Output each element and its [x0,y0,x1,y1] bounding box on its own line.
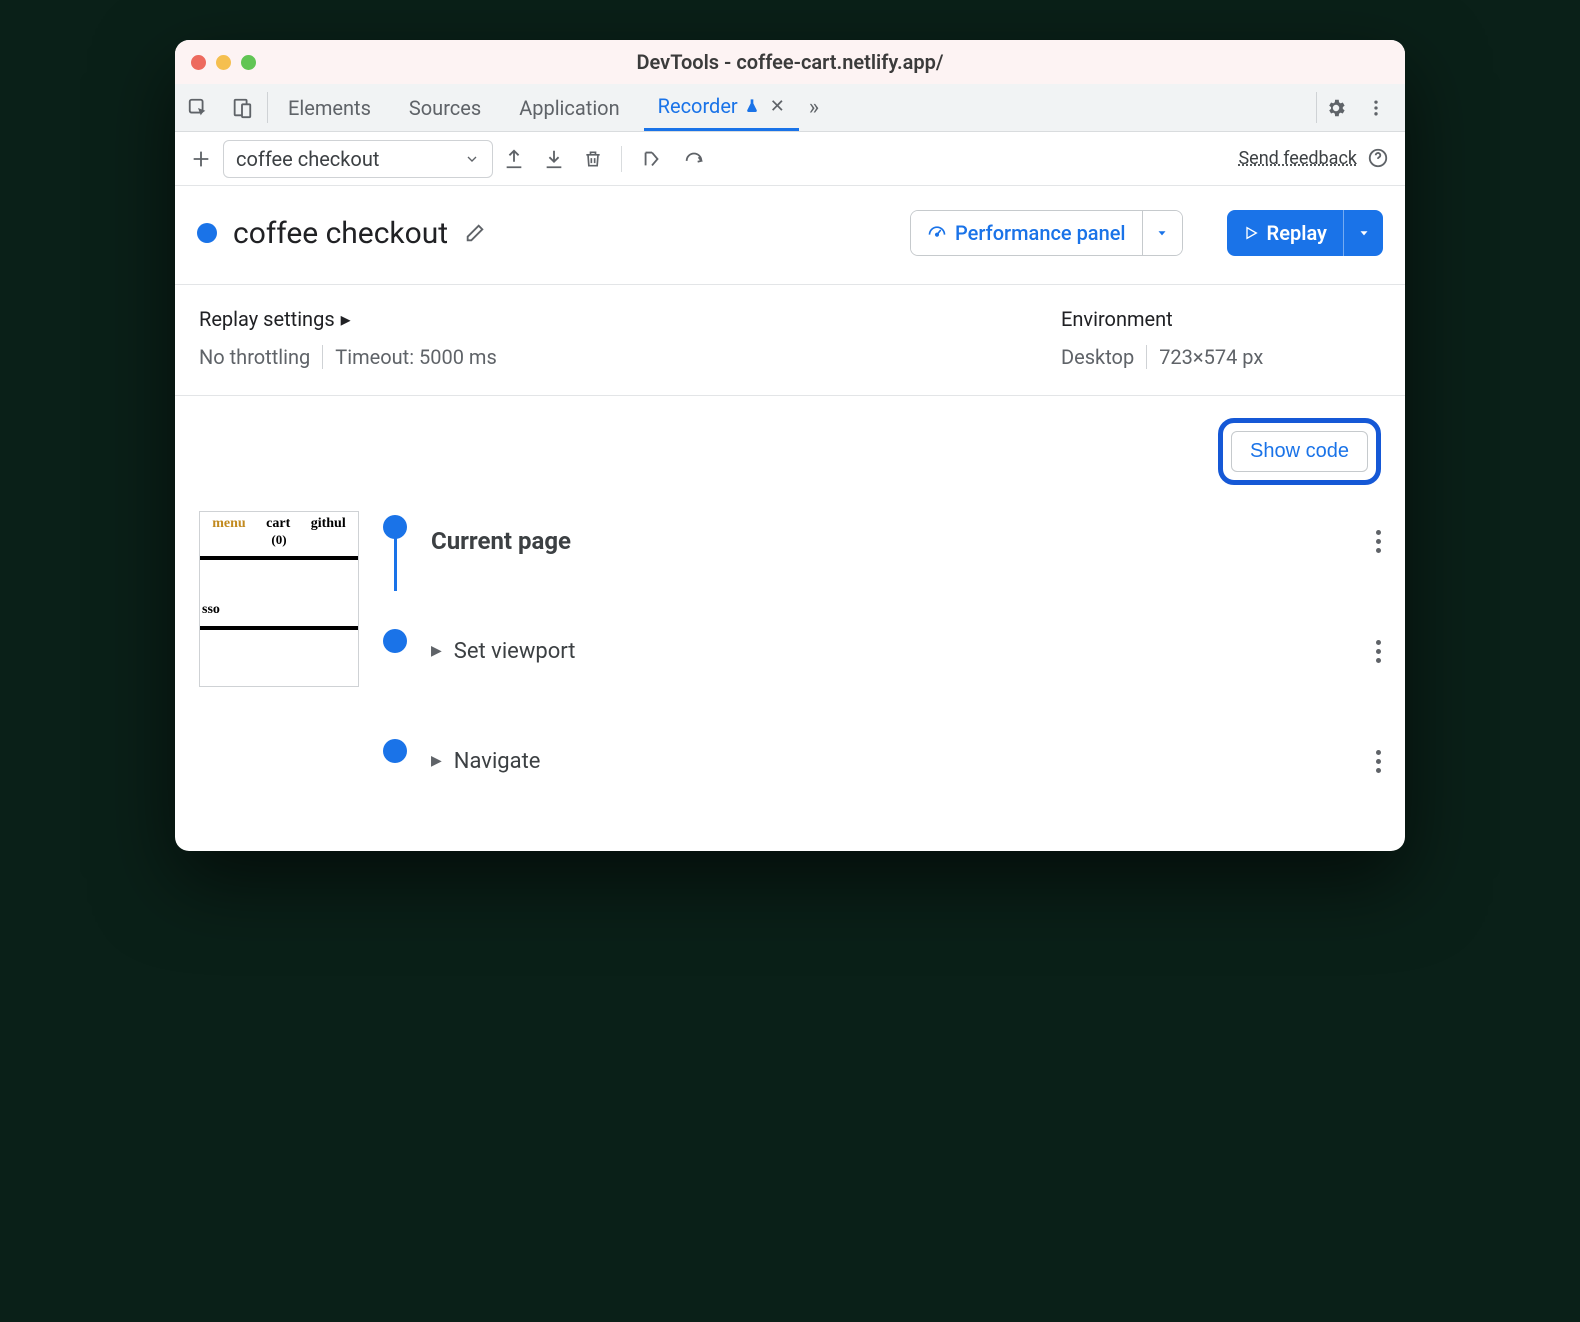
step-set-viewport[interactable]: ▶Set viewport [431,621,1381,681]
timeline-node [383,739,407,763]
env-device: Desktop [1061,345,1134,369]
tab-elements[interactable]: Elements [274,84,385,131]
thumb-menu: menu [212,516,245,532]
timeline-node [383,629,407,653]
step-over-icon[interactable] [640,148,664,170]
environment-heading: Environment [1061,307,1381,331]
chevron-down-icon [464,151,480,167]
more-tabs-icon[interactable]: » [799,84,829,131]
tab-application[interactable]: Application [505,84,633,131]
show-code-area: Show code [175,396,1405,493]
recording-select-label: coffee checkout [236,147,379,171]
replay-settings-toggle[interactable]: Replay settings ▸ [199,307,1061,331]
recording-select[interactable]: coffee checkout [223,140,493,178]
recorder-toolbar: coffee checkout Send feedback [175,132,1405,186]
help-icon[interactable] [1367,147,1391,171]
step-current-page[interactable]: Current page [431,511,1381,571]
tabs: Elements Sources Application Recorder ✕ [274,84,799,131]
steps-area: menu cart githul (0) sso Current page [175,493,1405,851]
edit-title-icon[interactable] [464,222,486,244]
status-dot-icon [197,223,217,243]
device-toggle-icon[interactable] [229,95,255,121]
separator [267,92,268,123]
thumb-cart-count: (0) [200,532,358,548]
replay-dropdown[interactable] [1343,210,1383,256]
new-recording-icon[interactable] [189,147,213,171]
replay-label: Replay [1267,221,1327,245]
play-icon [1243,225,1259,241]
import-icon[interactable] [543,148,565,170]
expand-icon: ▶ [431,643,442,659]
gauge-icon [927,223,947,243]
titlebar: DevTools - coffee-cart.netlify.app/ [175,40,1405,84]
separator [1316,92,1317,123]
chevron-right-icon: ▸ [341,307,351,331]
tab-sources[interactable]: Sources [395,84,495,131]
flask-icon [744,98,760,114]
delete-icon[interactable] [583,148,603,170]
thumb-cart: cart [266,516,290,532]
separator [322,345,323,369]
step-list: Current page ▶Set viewport ▶Navigate [431,511,1381,851]
timeline-node [383,515,407,539]
step-navigate[interactable]: ▶Navigate [431,731,1381,791]
settings-row: Replay settings ▸ No throttling Timeout:… [175,285,1405,396]
show-code-highlight: Show code [1218,418,1381,485]
step-menu-icon[interactable] [1376,750,1381,773]
performance-panel-button[interactable]: Performance panel [910,210,1183,256]
separator [621,146,622,172]
tab-recorder[interactable]: Recorder ✕ [644,84,799,131]
show-code-button[interactable]: Show code [1231,431,1368,472]
export-icon[interactable] [503,148,525,170]
thumb-item: sso [200,602,358,618]
expand-icon: ▶ [431,753,442,769]
step-menu-icon[interactable] [1376,640,1381,663]
step-menu-icon[interactable] [1376,530,1381,553]
performance-panel-dropdown[interactable] [1142,211,1182,255]
timeout-value: Timeout: 5000 ms [335,345,497,369]
recording-header: coffee checkout Performance panel Replay [175,186,1405,285]
settings-gear-icon[interactable] [1323,95,1349,121]
devtools-tabstrip: Elements Sources Application Recorder ✕ … [175,84,1405,132]
thumb-github: githul [311,516,346,532]
inspect-icon[interactable] [185,95,211,121]
replay-button[interactable]: Replay [1227,210,1383,256]
send-feedback-link[interactable]: Send feedback [1238,148,1357,169]
page-thumbnail: menu cart githul (0) sso [199,511,359,687]
recording-title: coffee checkout [233,216,448,251]
separator [1146,345,1147,369]
close-tab-icon[interactable]: ✕ [770,96,785,117]
throttling-value: No throttling [199,345,310,369]
env-dimensions: 723×574 px [1159,345,1263,369]
window-title: DevTools - coffee-cart.netlify.app/ [175,50,1405,74]
performance-panel-label: Performance panel [955,221,1126,245]
devtools-window: DevTools - coffee-cart.netlify.app/ Elem… [175,40,1405,851]
kebab-menu-icon[interactable] [1363,95,1389,121]
continue-icon[interactable] [682,148,706,170]
